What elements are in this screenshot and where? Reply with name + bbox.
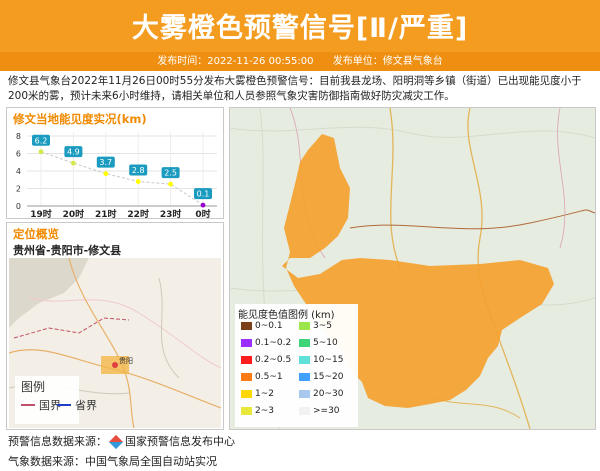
legend-provincial: 省界 [55, 398, 115, 412]
legend-item-label: 20~30 [313, 389, 344, 399]
x-tick-label: 23时 [160, 208, 182, 220]
visibility-line [40, 151, 204, 206]
data-label: 2.8 [132, 166, 145, 175]
legend-swatch-icon [299, 321, 310, 330]
legend-item-label: 2~3 [255, 406, 274, 416]
location-legend-title: 图例 [21, 380, 46, 394]
y-tick-label: 0 [16, 202, 21, 211]
location-overview-panel: 定位概览 贵州省-贵阳市-修文县 贵阳 图例 国界 省界 [6, 222, 224, 430]
location-legend: 图例 国界 省界 [15, 376, 97, 424]
legend-swatch-icon [241, 338, 252, 347]
legend-swatch-icon [241, 372, 252, 381]
legend-swatch-icon [241, 389, 252, 398]
y-tick-label: 4 [16, 167, 21, 176]
legend-item: 1~2 [241, 389, 274, 399]
warning-map-panel: 能见度色值图例 (km) 0~0.1 3~5 0.1~0.2 5~10 0.2~0.5 1… [229, 107, 596, 430]
location-panel-title: 定位概览 [13, 227, 59, 241]
visibility-legend-title: 能见度色值图例 (km) [238, 310, 335, 321]
legend-item-label: >=30 [313, 406, 340, 416]
legend-item: >=30 [299, 406, 340, 416]
legend-swatch-icon [299, 406, 310, 415]
legend-swatch-icon [241, 406, 252, 415]
data-point [103, 171, 109, 177]
legend-swatch-icon [299, 389, 310, 398]
legend-item-label: 0.2~0.5 [255, 355, 292, 365]
warning-source-label: 预警信息数据来源： [8, 435, 107, 448]
legend-item: 2~3 [241, 406, 274, 416]
legend-item: 15~20 [299, 372, 343, 382]
y-tick-label: 6 [16, 150, 21, 159]
legend-item: 0.5~1 [241, 372, 283, 382]
legend-item: 0.2~0.5 [241, 355, 291, 365]
x-tick-label: 19时 [30, 208, 52, 220]
legend-item: 0.1~0.2 [241, 338, 291, 348]
visibility-color-legend: 能见度色值图例 (km) 0~0.1 3~5 0.1~0.2 5~10 0.2~0.5 1… [235, 304, 358, 427]
y-tick-label: 8 [16, 132, 21, 141]
legend-swatch-icon [241, 321, 252, 330]
legend-swatch-icon [299, 372, 310, 381]
map-city-label: 贵阳 [119, 356, 133, 365]
visibility-chart-panel: 修文当地能见度实况(km) 0 2 4 6 8 6.2 19时 4.9 20时 3.7 21时 2.8… [6, 107, 224, 220]
legend-item: 5~10 [299, 338, 338, 348]
warning-description: 修文县气象台2022年11月26日00时55分发布大雾橙色预警信号：目前我县龙场… [8, 75, 582, 102]
legend-item: 0~0.1 [241, 321, 283, 331]
warning-area-map[interactable]: 能见度色值图例 (km) 0~0.1 3~5 0.1~0.2 5~10 0.2~0.5 1… [230, 108, 595, 429]
data-point [38, 149, 44, 155]
header-meta: 发布时间：2022-11-26 00:55:00 发布单位：修文县气象台 [0, 52, 600, 71]
warning-center-logo-icon [108, 434, 124, 450]
legend-item: 10~15 [299, 355, 343, 365]
legend-item-label: 5~10 [313, 338, 338, 348]
warning-data-source: 预警信息数据来源： 国家预警信息发布中心 [8, 433, 235, 450]
legend-item-label: 3~5 [313, 321, 332, 331]
legend-swatch-icon [299, 338, 310, 347]
location-region: 贵州省-贵阳市-修文县 [13, 244, 122, 257]
data-label: 0.1 [197, 190, 210, 199]
data-point [168, 181, 174, 187]
x-tick-label: 20时 [63, 208, 85, 220]
legend-item-label: 1~2 [255, 389, 274, 399]
warning-source-name[interactable]: 国家预警信息发布中心 [125, 435, 235, 448]
legend-swatch-icon [241, 355, 252, 364]
data-point [135, 179, 141, 184]
x-tick-label: 22时 [127, 208, 149, 220]
data-point [200, 202, 206, 208]
data-label: 6.2 [35, 136, 48, 145]
x-tick-label: 0时 [195, 208, 210, 220]
publisher: 发布单位：修文县气象台 [332, 56, 443, 67]
x-tick-label: 21时 [95, 208, 117, 220]
legend-item-label: 15~20 [313, 372, 344, 382]
header-banner: 大雾橙色预警信号[Ⅱ/严重] 发布时间：2022-11-26 00:55:00 … [0, 0, 600, 71]
data-label: 2.5 [164, 169, 177, 178]
data-label: 3.7 [99, 158, 112, 167]
legend-item-label: 0.5~1 [255, 372, 283, 382]
y-tick-label: 2 [16, 185, 21, 194]
legend-item-label: 0~0.1 [255, 321, 283, 331]
location-overview-map[interactable]: 贵阳 图例 国界 省界 [9, 258, 221, 428]
legend-provincial-label: 省界 [75, 399, 97, 412]
page-title: 大雾橙色预警信号[Ⅱ/严重] [131, 13, 469, 44]
weather-data-source: 气象数据来源：中国气象局全国自动站实况 [8, 455, 217, 468]
legend-swatch-icon [299, 355, 310, 364]
legend-item: 20~30 [299, 389, 343, 399]
data-point [71, 160, 76, 166]
legend-item: 3~5 [299, 321, 332, 331]
publish-time: 发布时间：2022-11-26 00:55:00 [157, 56, 314, 67]
data-label: 4.9 [67, 148, 80, 157]
legend-item-label: 10~15 [313, 355, 344, 365]
visibility-chart: 0 2 4 6 8 6.2 19时 4.9 20时 3.7 21时 2.8 22时 2.5 23时 0.1 0时 [16, 132, 217, 220]
legend-item-label: 0.1~0.2 [255, 338, 292, 348]
